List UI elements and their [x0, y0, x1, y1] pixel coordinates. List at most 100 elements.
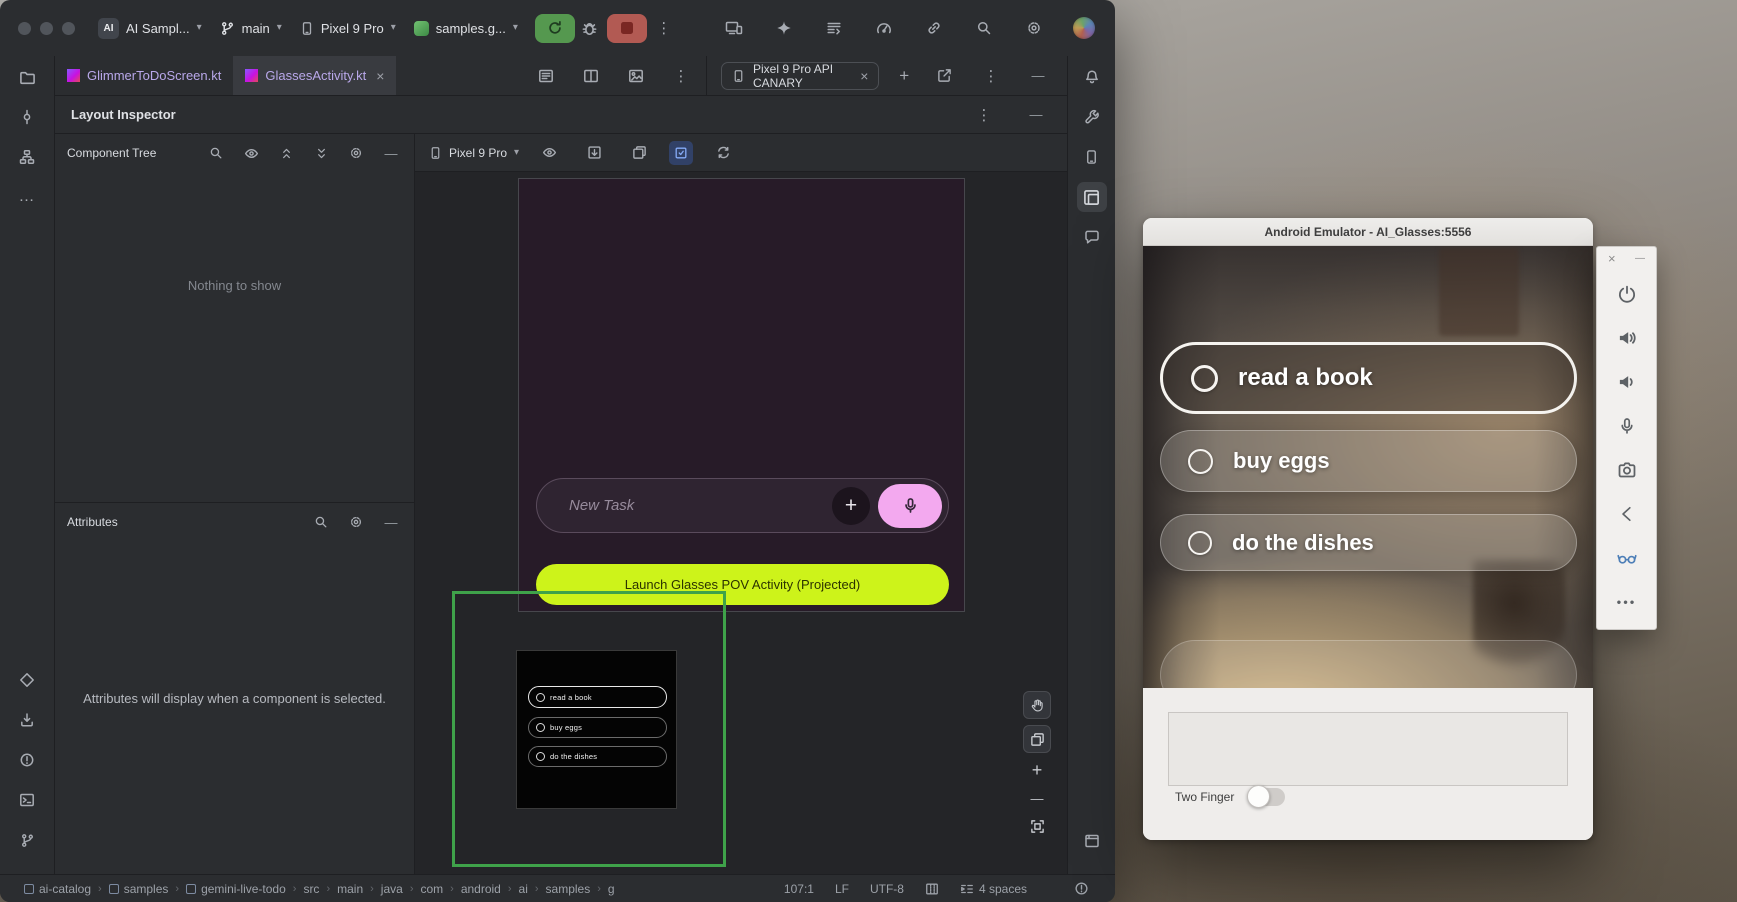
breadcrumb-item[interactable]: com — [420, 882, 443, 896]
camera-button[interactable] — [1617, 461, 1636, 480]
visibility-eye-icon[interactable] — [240, 139, 262, 168]
preview-canvas[interactable]: New Task + Launch Glasses POV Activity (… — [415, 172, 1067, 874]
minimize-window-button[interactable] — [40, 22, 53, 35]
add-task-button[interactable]: + — [832, 487, 870, 525]
encoding-widget[interactable]: UTF-8 — [870, 882, 904, 896]
close-device-tab-icon[interactable]: × — [860, 69, 868, 83]
zoom-window-button[interactable] — [62, 22, 75, 35]
project-tool-button[interactable] — [12, 62, 42, 92]
version-control-tool-button[interactable] — [12, 825, 42, 855]
search-icon[interactable] — [310, 508, 332, 537]
todo-item[interactable]: buy eggs — [1160, 430, 1577, 492]
run-options-button[interactable]: ⋮ — [649, 14, 679, 43]
breadcrumb-item[interactable]: main — [337, 882, 363, 896]
mirror-display-button[interactable] — [719, 14, 749, 43]
running-device-tab[interactable]: Pixel 9 Pro API CANARY × — [721, 62, 879, 90]
preview-device-selector[interactable]: Pixel 9 Pro ▾ — [429, 146, 519, 160]
device-manager-button[interactable] — [1077, 142, 1107, 172]
problems-tool-button[interactable] — [12, 745, 42, 775]
gear-icon[interactable] — [345, 508, 367, 537]
panel-more-button[interactable]: ⋮ — [976, 61, 1006, 90]
breadcrumb-item[interactable]: ai — [519, 882, 528, 896]
profiler-button[interactable] — [869, 14, 899, 43]
logcat-button[interactable] — [819, 14, 849, 43]
indent-widget[interactable]: 4 spaces — [960, 882, 1027, 896]
minimize-toolbar-icon[interactable]: — — [1635, 254, 1645, 264]
live-updates-toggle-button[interactable] — [669, 141, 693, 165]
dependencies-tool-button[interactable] — [12, 665, 42, 695]
launch-glasses-pov-button[interactable]: Launch Glasses POV Activity (Projected) — [536, 564, 949, 605]
back-button[interactable] — [1618, 505, 1636, 523]
run-config-selector[interactable]: samples.g... ▾ — [405, 16, 527, 41]
device-link-button[interactable] — [919, 14, 949, 43]
build-tool-button[interactable] — [1077, 102, 1107, 132]
debug-button[interactable] — [575, 14, 605, 43]
panel-options-button[interactable]: ⋮ — [969, 100, 999, 129]
breadcrumb-item[interactable]: samples — [546, 882, 591, 896]
install-tool-button[interactable] — [12, 705, 42, 735]
layout-inspector-toggle-button[interactable] — [1077, 826, 1107, 856]
close-window-button[interactable] — [18, 22, 31, 35]
project-selector[interactable]: AI AI Sampl... ▾ — [89, 13, 211, 44]
mini-todo-item[interactable]: read a book — [528, 686, 667, 708]
emulator-titlebar[interactable]: Android Emulator - AI_Glasses:5556 — [1143, 218, 1593, 246]
voice-input-button[interactable] — [878, 484, 942, 528]
line-ending-widget[interactable]: LF — [835, 882, 849, 896]
inspections-status-icon[interactable] — [1074, 881, 1089, 896]
breadcrumb-item[interactable]: java — [381, 882, 403, 896]
gear-icon[interactable] — [345, 139, 367, 168]
panel-minimize-button[interactable]: — — [1021, 100, 1051, 129]
pan-hand-button[interactable] — [1023, 691, 1051, 719]
target-device-selector[interactable]: Pixel 9 Pro ▾ — [291, 16, 405, 41]
zoom-in-button[interactable]: + — [1032, 759, 1043, 781]
glasses-projected-screen[interactable]: read a book buy eggs do the dishes — [516, 650, 677, 809]
hide-section-icon[interactable]: — — [380, 139, 402, 168]
hide-panel-button[interactable]: — — [1023, 61, 1053, 90]
terminal-tool-button[interactable] — [12, 785, 42, 815]
column-guides-icon[interactable] — [925, 882, 939, 896]
vcs-branch-selector[interactable]: main ▾ — [211, 16, 291, 41]
close-tab-icon[interactable]: × — [376, 69, 384, 83]
settings-gear-button[interactable] — [1019, 14, 1049, 43]
zoom-out-button[interactable]: — — [1031, 787, 1044, 809]
todo-item-selected[interactable]: read a book — [1160, 342, 1577, 414]
rerun-button[interactable] — [535, 14, 575, 43]
refresh-preview-button[interactable] — [708, 138, 738, 167]
breadcrumb-item[interactable]: g — [608, 882, 615, 896]
open-in-window-button[interactable] — [929, 61, 959, 90]
emulator-screen[interactable]: read a book buy eggs do the dishes — [1143, 246, 1593, 688]
tab-glassesactivity[interactable]: GlassesActivity.kt × — [233, 56, 396, 95]
glasses-button[interactable] — [1616, 549, 1637, 567]
copy-snapshot-button[interactable] — [624, 138, 654, 167]
toggle-overlay-eye-button[interactable] — [534, 138, 564, 167]
hide-section-icon[interactable]: — — [380, 508, 402, 537]
design-view-button[interactable] — [621, 61, 651, 90]
add-device-button[interactable]: + — [892, 61, 916, 90]
phone-screen-preview[interactable]: New Task + Launch Glasses POV Activity (… — [518, 178, 965, 612]
more-options-button[interactable]: ••• — [1617, 595, 1637, 610]
breadcrumb-item[interactable]: samples — [109, 882, 169, 896]
todo-item[interactable]: do the dishes — [1160, 514, 1577, 571]
export-snapshot-button[interactable] — [579, 138, 609, 167]
search-everywhere-button[interactable] — [969, 14, 999, 43]
structure-tool-button[interactable] — [12, 142, 42, 172]
layers-button[interactable] — [1023, 725, 1051, 753]
two-finger-toggle[interactable] — [1249, 788, 1285, 806]
commit-tool-button[interactable] — [12, 102, 42, 132]
collapse-all-icon[interactable] — [310, 139, 332, 168]
tab-glimmertodoscreen[interactable]: GlimmerToDoScreen.kt — [55, 56, 233, 95]
mini-todo-item[interactable]: do the dishes — [528, 746, 667, 767]
close-toolbar-icon[interactable]: × — [1608, 252, 1616, 265]
breadcrumb-item[interactable]: src — [303, 882, 319, 896]
mini-todo-item[interactable]: buy eggs — [528, 717, 667, 738]
volume-down-button[interactable] — [1617, 373, 1636, 392]
expand-all-icon[interactable] — [275, 139, 297, 168]
caret-position-widget[interactable]: 107:1 — [784, 882, 814, 896]
profile-avatar-button[interactable] — [1069, 14, 1099, 43]
code-view-button[interactable] — [531, 61, 561, 90]
layout-inspector-tool-button[interactable] — [1077, 182, 1107, 212]
more-tools-button[interactable]: … — [12, 182, 42, 212]
gemini-chat-button[interactable] — [1077, 222, 1107, 252]
new-task-input[interactable]: New Task + — [536, 478, 949, 533]
split-view-button[interactable] — [576, 61, 606, 90]
